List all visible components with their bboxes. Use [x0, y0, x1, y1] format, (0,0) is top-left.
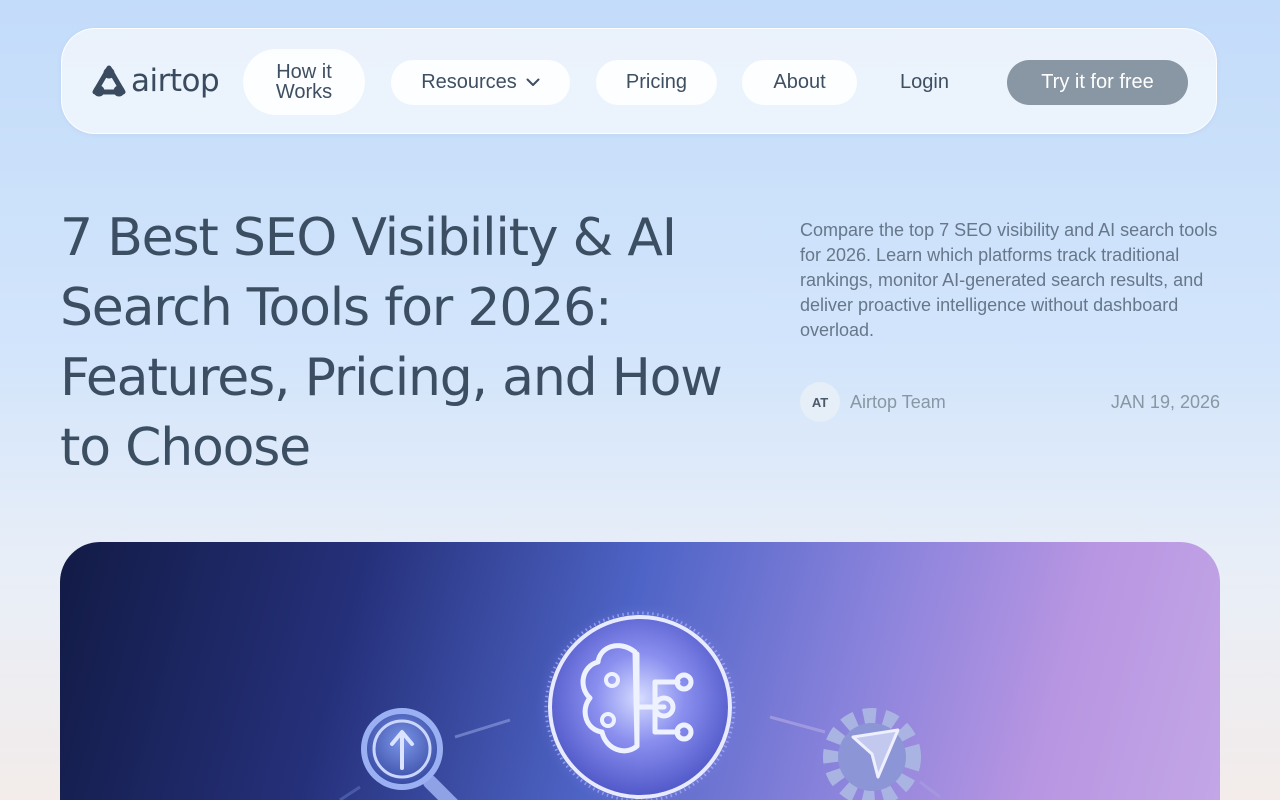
- nav-how-it-works[interactable]: How it Works: [243, 49, 365, 115]
- nav-resources-label: Resources: [421, 71, 517, 93]
- top-navigation-bar: airtop How it Works Resources Pricing Ab…: [61, 28, 1217, 134]
- hero-illustration: [339, 603, 941, 800]
- connector-line-right: [769, 715, 826, 734]
- author-initials: AT: [811, 394, 829, 410]
- nav-pricing-label: Pricing: [625, 71, 688, 93]
- nav-how-it-works-line1: How it: [276, 61, 332, 83]
- chevron-down-icon: [526, 78, 540, 86]
- logo-text: airtop: [131, 62, 220, 99]
- gear-cursor-icon: [823, 708, 941, 800]
- nav-login[interactable]: Login: [900, 71, 949, 94]
- hero-image: [60, 542, 1220, 800]
- nav-how-it-works-line2: Works: [275, 81, 333, 103]
- airtop-logo-icon: [92, 65, 126, 97]
- try-it-free-button[interactable]: Try it for free: [1007, 60, 1188, 105]
- article-title: 7 Best SEO Visibility & AI Search Tools …: [60, 208, 723, 478]
- magnifier-arrow-icon: [339, 708, 458, 800]
- author-info: AT Airtop Team: [800, 382, 946, 422]
- article-description: Compare the top 7 SEO visibility and AI …: [800, 220, 1218, 340]
- brain-circuit-icon: [536, 603, 744, 800]
- try-it-free-label: Try it for free: [1041, 71, 1154, 93]
- nav-about-label: About: [773, 71, 826, 93]
- airtop-logo[interactable]: airtop: [92, 62, 220, 99]
- nav-pricing[interactable]: Pricing: [596, 60, 717, 105]
- nav-about[interactable]: About: [742, 60, 857, 105]
- nav-resources-dropdown[interactable]: Resources: [391, 60, 570, 105]
- publish-date: JAN 19, 2026: [1110, 392, 1220, 412]
- connector-line-left: [454, 718, 511, 739]
- author-name: Airtop Team: [850, 391, 946, 412]
- author-avatar: AT: [800, 382, 840, 422]
